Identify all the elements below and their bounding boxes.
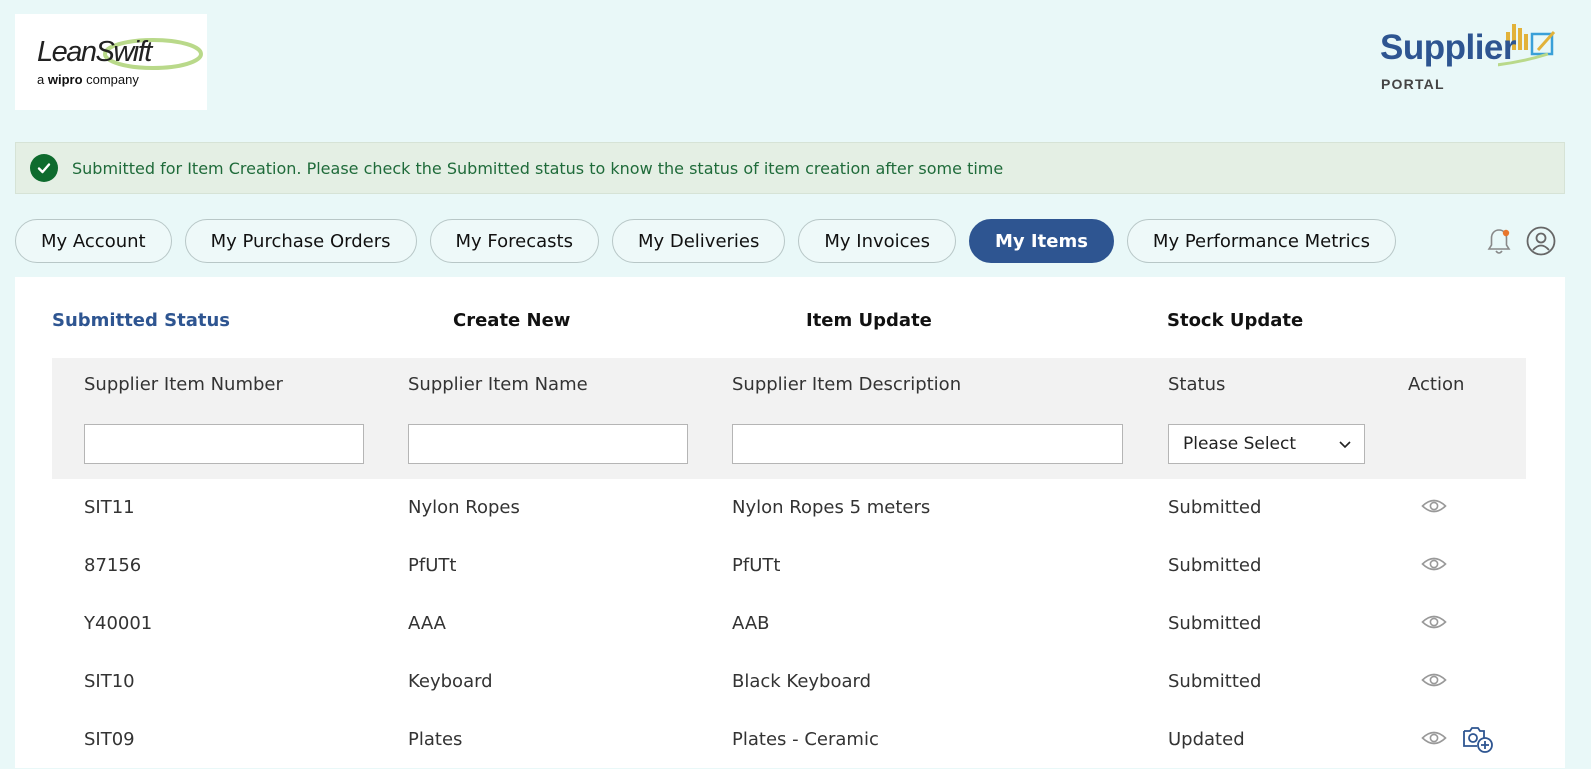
cell-item-description: Nylon Ropes 5 meters [732, 497, 931, 518]
nav-my-items[interactable]: My Items [969, 219, 1114, 263]
table-row: SIT09 Plates Plates - Ceramic Updated [52, 711, 1526, 769]
cell-item-number: 87156 [84, 555, 142, 576]
chevron-down-icon [1339, 441, 1351, 449]
cell-status: Updated [1168, 729, 1245, 750]
cell-status: Submitted [1168, 613, 1262, 634]
cell-item-description: Plates - Ceramic [732, 729, 879, 750]
items-panel: Submitted Status Create New Item Update … [15, 277, 1565, 768]
column-header-item-number: Supplier Item Number [84, 374, 283, 395]
add-image-icon[interactable] [1462, 724, 1494, 754]
table-row: SIT11 Nylon Ropes Nylon Ropes 5 meters S… [52, 479, 1526, 537]
cell-item-number: SIT10 [84, 671, 135, 692]
cell-item-description: PfUTt [732, 555, 781, 576]
cell-status: Submitted [1168, 671, 1262, 692]
cell-item-name: AAA [408, 613, 446, 634]
cell-item-number: SIT11 [84, 497, 135, 518]
cell-item-name: Nylon Ropes [408, 497, 520, 518]
column-header-item-description: Supplier Item Description [732, 374, 962, 395]
tab-submitted-status[interactable]: Submitted Status [52, 310, 230, 331]
nav-my-account[interactable]: My Account [15, 219, 172, 263]
cell-item-number: SIT09 [84, 729, 135, 750]
cell-item-name: Plates [408, 729, 463, 750]
view-eye-icon[interactable] [1421, 497, 1447, 515]
main-nav: My Account My Purchase Orders My Forecas… [15, 219, 1396, 263]
portal-subtitle: PORTAL [1381, 76, 1445, 92]
column-header-status: Status [1168, 374, 1226, 395]
view-eye-icon[interactable] [1421, 729, 1447, 747]
alert-message: Submitted for Item Creation. Please chec… [72, 158, 1004, 178]
cell-item-name: PfUTt [408, 555, 457, 576]
nav-my-invoices[interactable]: My Invoices [798, 219, 957, 263]
table-row: Y40001 AAA AAB Submitted [52, 595, 1526, 653]
cell-status: Submitted [1168, 497, 1262, 518]
view-eye-icon[interactable] [1421, 555, 1447, 573]
portal-wordmark: Supplier [1380, 28, 1517, 67]
nav-my-purchase-orders[interactable]: My Purchase Orders [184, 219, 417, 263]
leanswift-logo: LeanSwift a wipro company [15, 14, 207, 110]
cell-item-description: AAB [732, 613, 770, 634]
cell-status: Submitted [1168, 555, 1262, 576]
nav-my-forecasts[interactable]: My Forecasts [429, 219, 599, 263]
user-avatar-icon[interactable] [1526, 226, 1556, 260]
tab-create-new[interactable]: Create New [453, 310, 570, 331]
cell-item-description: Black Keyboard [732, 671, 872, 692]
table-row: 87156 PfUTt PfUTt Submitted [52, 537, 1526, 595]
table-header: Supplier Item Number Supplier Item Name … [52, 358, 1526, 479]
tab-item-update[interactable]: Item Update [806, 310, 932, 331]
column-header-action: Action [1408, 374, 1465, 395]
tab-stock-update[interactable]: Stock Update [1167, 310, 1303, 331]
view-eye-icon[interactable] [1421, 613, 1447, 631]
view-eye-icon[interactable] [1421, 671, 1447, 689]
item-description-filter-input[interactable] [732, 424, 1123, 464]
check-circle-icon [30, 154, 58, 182]
success-alert: Submitted for Item Creation. Please chec… [15, 142, 1565, 194]
status-select-value: Please Select [1183, 434, 1297, 454]
cell-item-name: Keyboard [408, 671, 493, 692]
status-filter-select[interactable]: Please Select [1168, 424, 1365, 464]
logo-tagline: a wipro company [37, 72, 139, 87]
item-name-filter-input[interactable] [408, 424, 688, 464]
bell-icon[interactable] [1485, 226, 1513, 260]
supplier-portal-logo: Supplier PORTAL [1380, 14, 1560, 94]
nav-my-performance-metrics[interactable]: My Performance Metrics [1126, 219, 1396, 263]
logo-wordmark: LeanSwift [37, 36, 152, 68]
table-row: SIT10 Keyboard Black Keyboard Submitted [52, 653, 1526, 711]
cell-item-number: Y40001 [84, 613, 153, 634]
nav-my-deliveries[interactable]: My Deliveries [611, 219, 786, 263]
item-number-filter-input[interactable] [84, 424, 364, 464]
column-header-item-name: Supplier Item Name [408, 374, 588, 395]
